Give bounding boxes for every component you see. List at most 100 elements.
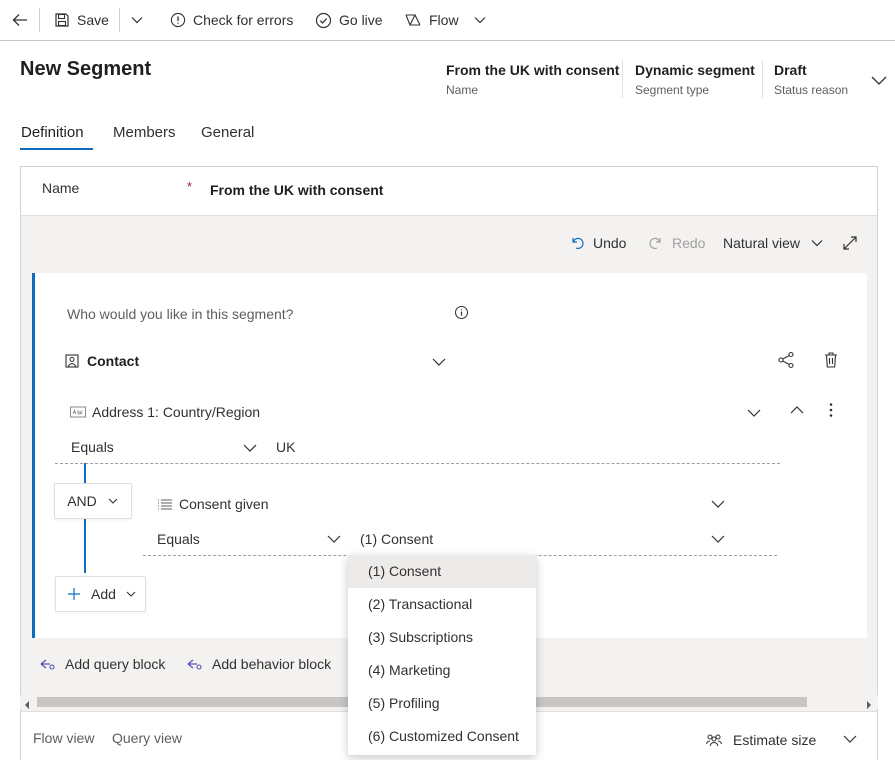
add-condition-label: Add — [91, 586, 116, 602]
operator-dropdown-button[interactable] — [242, 441, 258, 458]
dropdown-option[interactable]: (5) Profiling — [348, 687, 536, 720]
condition2-attribute[interactable]: Consent given — [157, 496, 269, 512]
undo-button[interactable]: Undo — [569, 235, 626, 251]
name-input[interactable]: From the UK with consent — [210, 182, 383, 198]
save-label: Save — [77, 12, 109, 28]
header-divider — [762, 60, 763, 98]
command-bar: Save Check for errors Go live Flow — [0, 0, 895, 41]
view-mode-dropdown[interactable]: Natural view — [723, 235, 824, 251]
condition-divider — [55, 463, 780, 464]
toolbar-divider — [39, 8, 40, 32]
query-view-tab[interactable]: Query view — [112, 730, 182, 746]
triangle-left-icon — [25, 701, 29, 709]
share-button[interactable] — [777, 351, 795, 372]
chevron-down-icon — [747, 409, 761, 417]
trash-icon — [825, 352, 837, 368]
prompt-info-button[interactable] — [454, 305, 469, 323]
share-icon — [778, 351, 794, 369]
add-query-block-button[interactable]: Add query block — [40, 656, 165, 672]
scroll-right-arrow[interactable] — [865, 697, 873, 713]
save-button[interactable]: Save — [54, 0, 109, 40]
save-icon — [55, 13, 69, 27]
check-circle-icon — [315, 12, 332, 28]
tab-general[interactable]: General — [201, 124, 254, 141]
flow-view-tab[interactable]: Flow view — [33, 730, 94, 746]
chevron-up-icon — [790, 406, 804, 414]
dropdown-option[interactable]: (2) Transactional — [348, 588, 536, 621]
scroll-left-arrow[interactable] — [23, 697, 31, 713]
header-field-status-reason: Draft Status reason — [774, 62, 848, 97]
toolbar-divider — [119, 8, 120, 32]
more-options-button[interactable] — [828, 402, 834, 421]
chevron-down-icon — [131, 17, 143, 24]
go-live-button[interactable]: Go live — [315, 0, 383, 40]
header-expand-button[interactable] — [870, 72, 888, 91]
dropdown-option[interactable]: (3) Subscriptions — [348, 621, 536, 654]
flow-button[interactable]: Flow — [404, 0, 487, 40]
check-for-errors-button[interactable]: Check for errors — [170, 0, 293, 40]
chevron-down-icon — [843, 735, 857, 743]
chevron-down-icon — [811, 240, 823, 247]
dropdown-option[interactable]: (6) Customized Consent — [348, 720, 536, 753]
check-label: Check for errors — [193, 12, 294, 28]
collapse-condition-button[interactable] — [789, 403, 805, 420]
info-circle-icon — [170, 12, 186, 28]
flow-label: Flow — [429, 12, 459, 28]
estimate-size-label: Estimate size — [733, 732, 817, 748]
header-field-value: From the UK with consent — [446, 62, 620, 78]
expand-icon — [843, 236, 857, 250]
logic-operator-button[interactable]: AND — [54, 483, 132, 519]
add-behavior-block-label: Add behavior block — [212, 656, 332, 672]
flow-icon — [405, 14, 421, 26]
more-vertical-icon — [829, 403, 833, 417]
chevron-down-icon — [126, 591, 136, 597]
redo-icon — [649, 237, 661, 250]
header-field-value: Dynamic segment — [635, 62, 755, 78]
redo-button[interactable]: Redo — [648, 235, 705, 251]
tab-definition[interactable]: Definition — [21, 124, 84, 141]
dropdown-option[interactable]: (1) Consent — [348, 555, 536, 588]
condition-value[interactable]: UK — [276, 439, 295, 455]
condition2-operator-dropdown[interactable] — [326, 532, 342, 549]
plus-icon — [68, 588, 80, 600]
entity-selector[interactable]: Contact — [65, 353, 139, 369]
header-field-label: Status reason — [774, 83, 849, 97]
add-condition-button[interactable]: Add — [55, 576, 146, 612]
condition2-value[interactable]: (1) Consent — [360, 531, 433, 547]
entity-dropdown-button[interactable] — [431, 355, 447, 372]
dropdown-option[interactable]: (4) Marketing — [348, 654, 536, 687]
back-button[interactable] — [10, 0, 37, 40]
estimate-size-button[interactable]: Estimate size — [705, 732, 816, 748]
add-query-block-label: Add query block — [65, 656, 166, 672]
condition-attribute-dropdown[interactable] — [746, 406, 762, 423]
name-row: Name * From the UK with consent — [21, 167, 877, 216]
go-live-label: Go live — [339, 12, 383, 28]
condition2-value-dropdown[interactable] — [710, 532, 726, 549]
bottom-expand-button[interactable] — [842, 732, 858, 749]
chevron-down-icon — [474, 17, 485, 24]
chevron-down-icon — [243, 444, 257, 452]
header-field-name: From the UK with consent Name — [446, 62, 619, 97]
chevron-down-icon — [711, 500, 725, 508]
condition2-operator[interactable]: Equals — [157, 531, 200, 547]
undo-icon — [572, 237, 584, 250]
add-behavior-block-button[interactable]: Add behavior block — [187, 656, 331, 672]
back-arrow-icon — [12, 14, 27, 26]
header-field-segment-type: Dynamic segment Segment type — [635, 62, 755, 97]
condition-attribute[interactable]: Address 1: Country/Region — [70, 404, 260, 420]
redo-label: Redo — [672, 235, 706, 251]
condition-operator[interactable]: Equals — [71, 439, 114, 455]
expand-button[interactable] — [842, 235, 858, 254]
chevron-down-icon — [108, 498, 118, 504]
condition2-attribute-dropdown[interactable] — [710, 497, 726, 514]
delete-button[interactable] — [823, 351, 839, 372]
header-divider — [622, 60, 623, 98]
save-options-button[interactable] — [130, 0, 151, 40]
tab-members[interactable]: Members — [113, 124, 176, 141]
option-set-icon — [158, 499, 172, 510]
name-field-label: Name — [42, 180, 80, 196]
logic-operator-label: AND — [67, 493, 97, 509]
text-field-icon — [70, 406, 86, 418]
consent-options-dropdown: (1) Consent (2) Transactional (3) Subscr… — [348, 555, 536, 755]
chevron-down-icon — [327, 535, 341, 543]
